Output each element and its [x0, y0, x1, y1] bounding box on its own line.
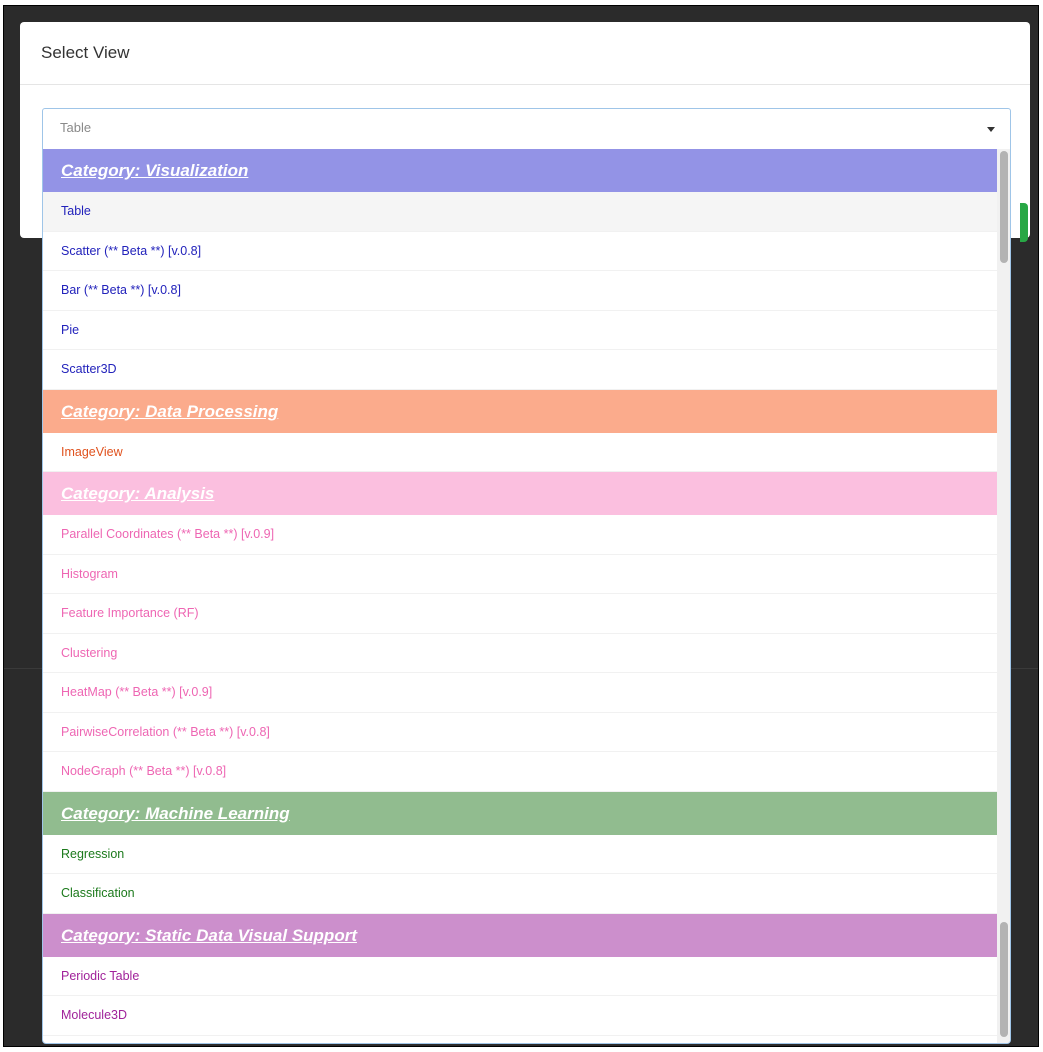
modal-title: Select View	[41, 43, 130, 62]
dropdown-scrollbar[interactable]	[997, 149, 1010, 1043]
scrollbar-thumb[interactable]	[1000, 151, 1008, 263]
option-nodegraph[interactable]: NodeGraph (** Beta **) [v.0.8]	[43, 752, 998, 792]
option-pairwise-correlation[interactable]: PairwiseCorrelation (** Beta **) [v.0.8]	[43, 712, 998, 752]
view-dropdown: Category: Visualization Table Scatter (*…	[42, 149, 1011, 1044]
confirm-button-edge[interactable]	[1020, 203, 1028, 242]
category-header-analysis: Category: Analysis	[43, 472, 998, 515]
option-imageview[interactable]: ImageView	[43, 432, 998, 472]
option-feature-importance[interactable]: Feature Importance (RF)	[43, 594, 998, 634]
option-classification[interactable]: Classification	[43, 874, 998, 914]
option-heatmap[interactable]: HeatMap (** Beta **) [v.0.9]	[43, 673, 998, 713]
scrollbar-thumb-lower[interactable]	[1000, 922, 1008, 1037]
view-search-input[interactable]	[60, 120, 940, 135]
app-background: Select View Category: Visualization Tabl…	[3, 5, 1039, 1047]
option-clustering[interactable]: Clustering	[43, 633, 998, 673]
view-select[interactable]	[42, 108, 1011, 150]
option-table[interactable]: Table	[43, 192, 998, 232]
option-histogram[interactable]: Histogram	[43, 554, 998, 594]
option-scatter3d[interactable]: Scatter3D	[43, 350, 998, 390]
option-bar[interactable]: Bar (** Beta **) [v.0.8]	[43, 271, 998, 311]
option-parallel-coordinates[interactable]: Parallel Coordinates (** Beta **) [v.0.9…	[43, 515, 998, 555]
option-molecule3d[interactable]: Molecule3D	[43, 996, 998, 1036]
category-header-static-data: Category: Static Data Visual Support	[43, 913, 998, 957]
option-list: Category: Visualization Table Scatter (*…	[43, 149, 998, 1036]
option-scatter[interactable]: Scatter (** Beta **) [v.0.8]	[43, 231, 998, 271]
modal-header: Select View	[20, 22, 1030, 85]
category-header-visualization: Category: Visualization	[43, 149, 998, 192]
option-periodic-table[interactable]: Periodic Table	[43, 956, 998, 996]
category-header-data-processing: Category: Data Processing	[43, 389, 998, 433]
caret-down-icon[interactable]	[987, 127, 995, 132]
option-pie[interactable]: Pie	[43, 310, 998, 350]
category-header-machine-learning: Category: Machine Learning	[43, 791, 998, 835]
option-regression[interactable]: Regression	[43, 834, 998, 874]
